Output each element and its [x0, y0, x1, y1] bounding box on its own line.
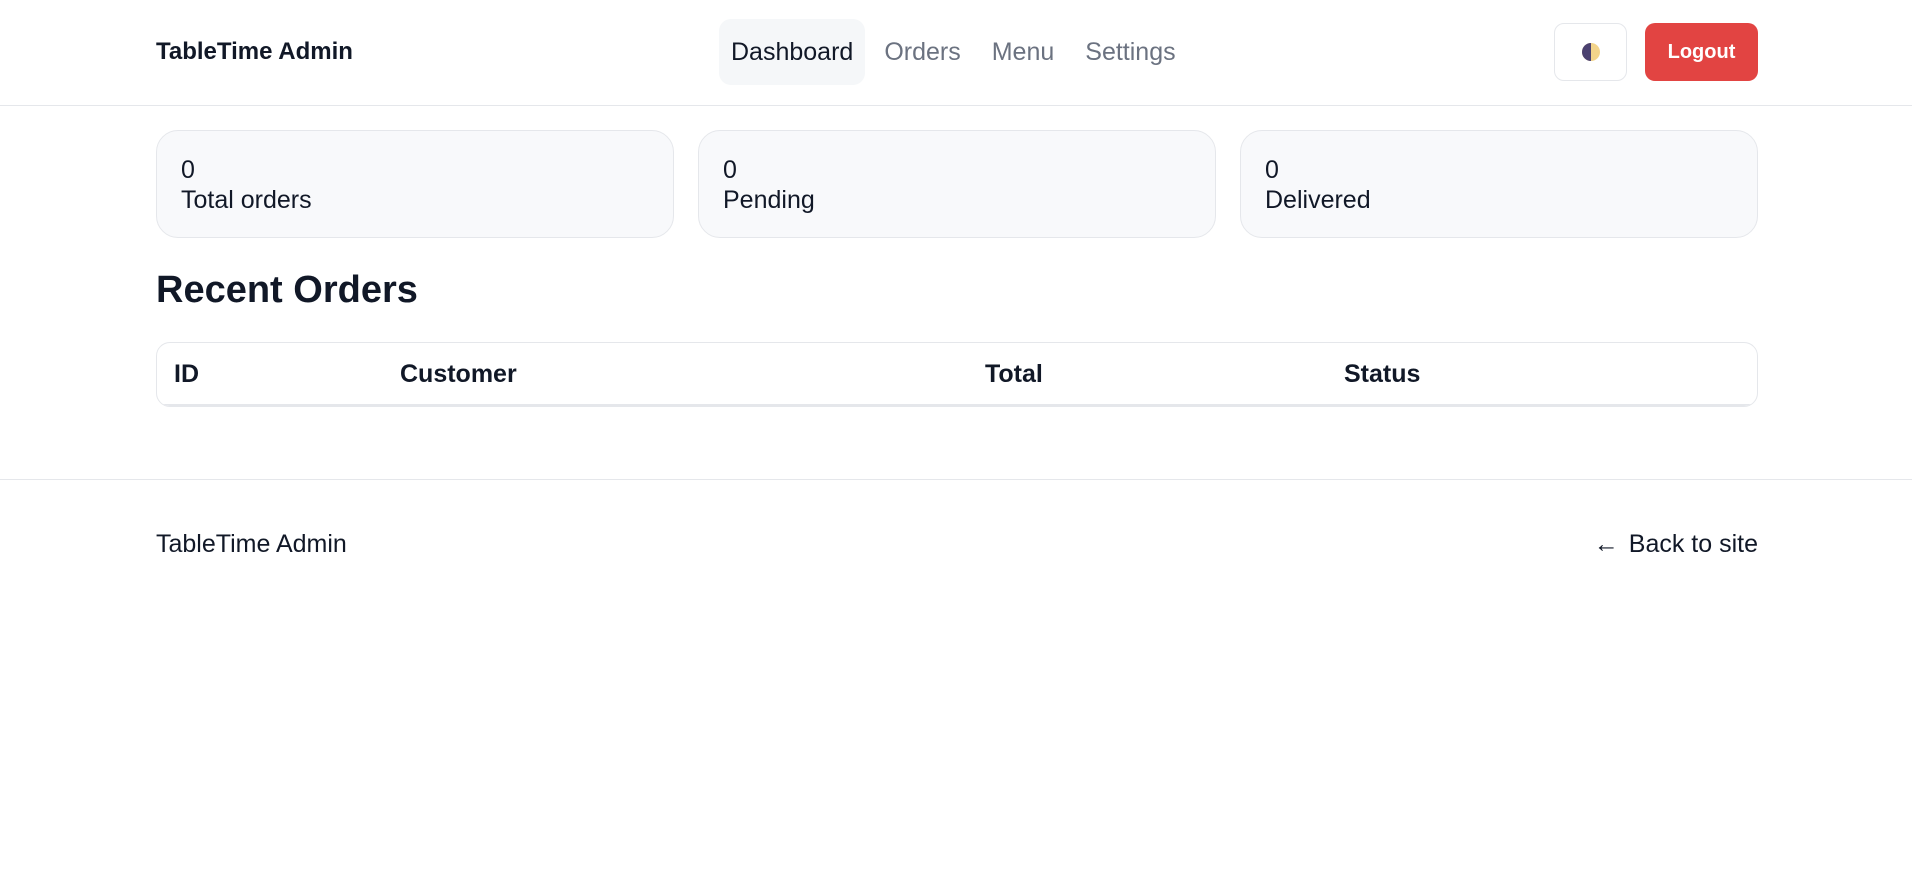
main-nav: Dashboard Orders Menu Settings [719, 19, 1195, 85]
recent-orders-title: Recent Orders [156, 269, 418, 311]
stat-label: Total orders [181, 186, 312, 214]
half-circle-theme-icon [1581, 43, 1600, 61]
nav-settings[interactable]: Settings [1073, 19, 1187, 85]
page-footer: TableTime Admin ← Back to site [0, 479, 1912, 579]
table-header-row: ID Customer Total Status [157, 343, 1757, 406]
back-to-site-link[interactable]: ← Back to site [1594, 529, 1758, 559]
stat-label: Pending [723, 186, 815, 214]
stat-card-delivered: 0 Delivered [1240, 130, 1758, 238]
stat-value: 0 [181, 156, 195, 184]
nav-menu[interactable]: Menu [980, 19, 1067, 85]
stat-card-total-orders: 0 Total orders [156, 130, 674, 238]
column-header-id: ID [174, 360, 199, 388]
stat-value: 0 [723, 156, 737, 184]
orders-table: ID Customer Total Status [156, 342, 1758, 407]
arrow-left-icon: ← [1593, 530, 1619, 558]
stat-card-pending: 0 Pending [698, 130, 1216, 238]
logout-button[interactable]: Logout [1645, 23, 1758, 81]
column-header-status: Status [1344, 360, 1421, 388]
column-header-total: Total [985, 360, 1043, 388]
column-header-customer: Customer [400, 360, 517, 388]
nav-dashboard[interactable]: Dashboard [719, 19, 866, 85]
top-header: TableTime Admin Dashboard Orders Menu Se… [0, 0, 1912, 106]
brand-title[interactable]: TableTime Admin [156, 38, 353, 66]
stat-label: Delivered [1265, 186, 1371, 214]
nav-orders[interactable]: Orders [872, 19, 972, 85]
stat-value: 0 [1265, 156, 1279, 184]
theme-toggle-button[interactable] [1554, 23, 1627, 81]
back-to-site-label: Back to site [1628, 530, 1758, 558]
footer-brand: TableTime Admin [156, 530, 347, 558]
